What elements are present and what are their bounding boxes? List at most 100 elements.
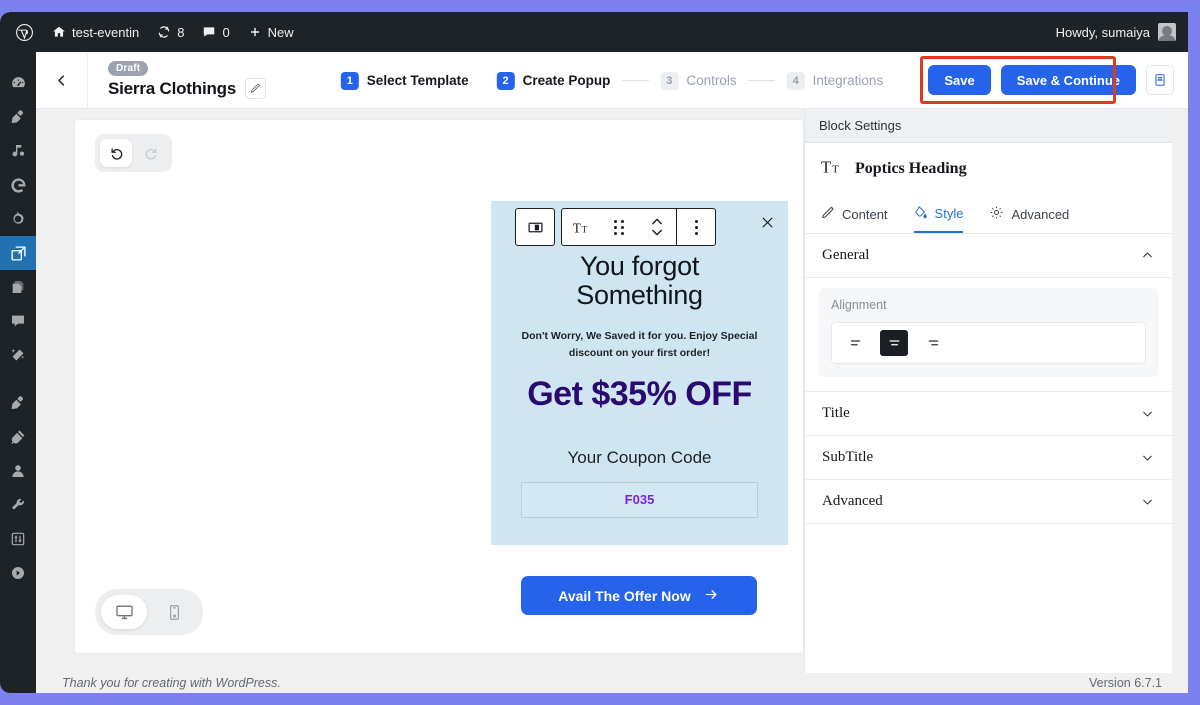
block-type-icon[interactable]	[516, 209, 554, 245]
device-toggle	[95, 589, 203, 635]
chevron-down-icon	[1140, 406, 1155, 421]
sidebar-item-eventin[interactable]	[0, 202, 36, 236]
sidebar-item-plugins[interactable]	[0, 420, 36, 454]
section-advanced-header[interactable]: Advanced	[805, 480, 1172, 524]
sidebar-item-wand[interactable]	[0, 338, 36, 372]
alignment-label: Alignment	[831, 298, 887, 312]
tab-label: Content	[842, 206, 888, 222]
popup-heading: You forgot Something	[491, 251, 788, 311]
admin-bar-site-name[interactable]: test-eventin	[43, 16, 148, 48]
step-label: Integrations	[812, 73, 884, 88]
menu-spacer	[0, 52, 36, 66]
close-icon[interactable]	[758, 213, 776, 231]
coupon-label: Your Coupon Code	[567, 447, 712, 467]
block-toolbar: TT	[515, 208, 716, 246]
save-button[interactable]: Save	[928, 65, 991, 95]
section-label: SubTitle	[822, 449, 874, 465]
section-general-header[interactable]: General	[805, 234, 1172, 278]
align-right-icon[interactable]	[918, 330, 946, 356]
section-general-body: Alignment	[805, 278, 1172, 392]
move-updown-icon[interactable]	[638, 209, 676, 245]
gear-icon	[989, 205, 1004, 223]
app-header: Draft Sierra Clothings 1 Select Template…	[36, 52, 1188, 109]
align-left-icon[interactable]	[842, 330, 870, 356]
footer-credit: Thank you for creating with WordPress.	[62, 676, 281, 690]
sidebar-item-dashboard[interactable]	[0, 66, 36, 100]
step-integrations[interactable]: 4 Integrations	[786, 71, 884, 90]
text-format-icon[interactable]: TT	[562, 209, 600, 245]
page-title: Sierra Clothings	[108, 78, 237, 98]
step-number: 1	[340, 71, 359, 90]
section-label: General	[822, 247, 870, 263]
chevron-down-icon	[1140, 494, 1155, 509]
tab-content[interactable]: Content	[821, 195, 888, 233]
step-label: Controls	[686, 73, 737, 88]
poptics-app: Draft Sierra Clothings 1 Select Template…	[36, 52, 1188, 693]
popup-offer: Get $35% OFF	[527, 374, 752, 413]
history-controls	[95, 134, 172, 172]
comments-count: 0	[222, 24, 230, 40]
popup-heading-line2: Something	[576, 280, 703, 311]
block-settings-panel: Block Settings TT Poptics Heading Conten…	[804, 109, 1172, 693]
svg-text:T: T	[572, 220, 580, 235]
sidebar-item-appearance[interactable]	[0, 386, 36, 420]
howdy-label: Howdy, sumaiya	[1055, 24, 1150, 40]
admin-bar-account[interactable]: Howdy, sumaiya	[1056, 23, 1188, 41]
wordpress-logo-icon[interactable]	[6, 16, 43, 48]
svg-text:T: T	[581, 225, 587, 235]
svg-text:T: T	[832, 163, 839, 175]
sidebar-item-collapse[interactable]	[0, 556, 36, 590]
sidebar-item-pages[interactable]	[0, 270, 36, 304]
settings-tabs: Content Style Advanced	[805, 195, 1172, 234]
desktop-icon[interactable]	[101, 595, 147, 629]
pencil-icon[interactable]	[245, 78, 267, 99]
step-connector-2	[748, 80, 775, 81]
tab-label: Advanced	[1011, 206, 1070, 222]
step-number: 4	[786, 71, 805, 90]
sidebar-item-poptics[interactable]	[0, 236, 44, 270]
selected-block-name: Poptics Heading	[855, 160, 967, 177]
popup-canvas[interactable]: TT You forgot Something Don't Worry, We …	[74, 119, 804, 654]
undo-icon[interactable]	[100, 139, 132, 167]
sidebar-item-tools[interactable]	[0, 488, 36, 522]
sidebar-item-elementor[interactable]	[0, 168, 36, 202]
save-and-continue-button[interactable]: Save & Continue	[1000, 65, 1136, 95]
popup-cta-button[interactable]: Avail The Offer Now	[521, 576, 757, 615]
sidebar-item-comments[interactable]	[0, 304, 36, 338]
admin-bar-comments[interactable]: 0	[193, 16, 238, 48]
document-title-group: Draft Sierra Clothings	[88, 61, 267, 99]
section-label: Title	[822, 405, 850, 421]
align-center-icon[interactable]	[880, 330, 908, 356]
step-create-popup[interactable]: 2 Create Popup	[496, 71, 610, 90]
more-options-icon[interactable]	[677, 209, 715, 245]
popup-subtext: Don't Worry, We Saved it for you. Enjoy …	[521, 330, 758, 359]
sidebar-item-users[interactable]	[0, 454, 36, 488]
step-controls[interactable]: 3 Controls	[660, 71, 737, 90]
sidebar-item-media[interactable]	[0, 134, 36, 168]
selected-block-row: TT Poptics Heading	[805, 143, 1172, 195]
back-button[interactable]	[36, 52, 88, 108]
step-number: 3	[660, 71, 679, 90]
admin-bar-updates[interactable]: 8	[148, 16, 193, 48]
header-actions: Save Save & Continue	[920, 56, 1188, 104]
mobile-icon[interactable]	[151, 595, 197, 629]
popup-heading-line1: You forgot	[579, 251, 700, 281]
sidebar-panel-icon[interactable]	[1146, 65, 1174, 95]
tab-label: Style	[934, 205, 964, 221]
sidebar-item-posts[interactable]	[0, 100, 36, 134]
popup-preview[interactable]: Oooops! You forgot Something Don't Worry…	[491, 201, 788, 545]
step-select-template[interactable]: 1 Select Template	[340, 71, 469, 90]
drag-handle-icon[interactable]	[600, 209, 638, 245]
new-label: New	[267, 24, 294, 40]
wp-admin-bar: test-eventin 8 0 New Howdy, sumaiya	[0, 12, 1188, 52]
tab-advanced[interactable]: Advanced	[989, 195, 1069, 233]
coupon-code-box[interactable]: F035	[521, 481, 758, 518]
step-indicator: 1 Select Template 2 Create Popup 3 Contr…	[340, 52, 884, 109]
section-title-header[interactable]: Title	[805, 392, 1172, 436]
section-subtitle-header[interactable]: SubTitle	[805, 436, 1172, 480]
avatar	[1158, 23, 1176, 41]
tab-style[interactable]: Style	[913, 195, 964, 233]
admin-bar-new[interactable]: New	[239, 16, 303, 48]
sidebar-item-settings[interactable]	[0, 522, 36, 556]
section-label: Advanced	[822, 493, 883, 509]
